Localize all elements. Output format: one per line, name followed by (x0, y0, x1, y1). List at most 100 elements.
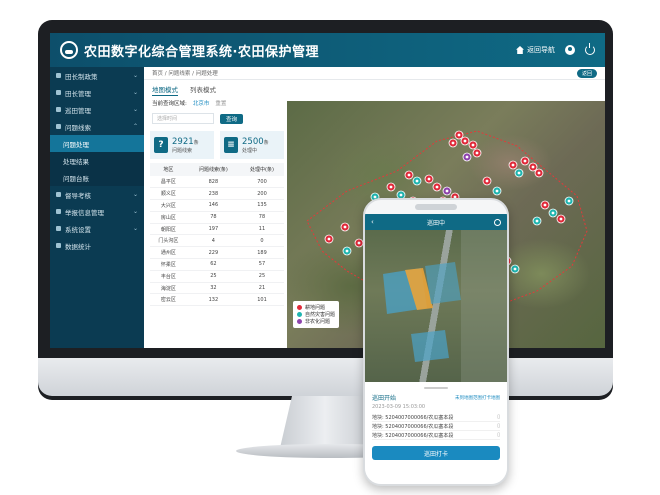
table-row[interactable]: 通州区 229 189 (150, 246, 284, 260)
plot-list-item[interactable]: 地块: 5204007000066/农瓜塞本段 ▯ (372, 431, 500, 440)
app-header: 农田数字化综合管理系统·农田保护管理 返回导航 (50, 33, 605, 67)
map-marker[interactable] (520, 156, 530, 166)
chevron-down-icon: ⌄ (132, 106, 138, 113)
map-marker-dot (345, 249, 349, 253)
table-row[interactable]: 海淀区 32 21 (150, 282, 284, 295)
chevron-down-icon: ⌄ (132, 89, 138, 96)
map-marker[interactable] (468, 140, 478, 150)
map-marker[interactable] (472, 148, 482, 158)
map-marker[interactable] (424, 174, 434, 184)
plot-list-item[interactable]: 地块: 5204007000066/农瓜塞本段 ▯ (372, 422, 500, 431)
table-row[interactable]: 朝阳区 197 11 (150, 223, 284, 236)
map-marker[interactable] (532, 216, 542, 226)
stat-value: 2921 (172, 136, 194, 147)
map-marker-dot (399, 193, 403, 197)
map-marker[interactable] (340, 222, 350, 232)
stat-cards: ? 2921条 问题线索 ≡ 2500条 处理中 (150, 131, 284, 159)
back-button[interactable]: 返回 (576, 68, 597, 78)
phone-satellite-map[interactable] (365, 230, 507, 382)
map-marker[interactable] (510, 264, 520, 274)
plot-list-item[interactable]: 地块: 5204007000066/农瓜塞本段 ▯ (372, 413, 500, 422)
device-mockup: 农田数字化综合管理系统·农田保护管理 返回导航 田长制政策 ⌄ 田长管理 ⌄ 巡田管… (0, 0, 660, 495)
nav-home-button[interactable]: 返回导航 (516, 45, 555, 55)
sidebar-item-reports[interactable]: 举报信息管理 ⌄ (50, 203, 144, 220)
map-marker[interactable] (514, 168, 524, 178)
sidebar-item-issues[interactable]: 问题线索 ⌃ (50, 118, 144, 135)
sidebar-item-settings[interactable]: 系统设置 ⌄ (50, 220, 144, 237)
map-marker[interactable] (354, 238, 364, 248)
user-icon[interactable] (565, 45, 575, 55)
reset-button[interactable]: 重置 (215, 99, 226, 107)
menu-icon (56, 226, 61, 231)
plot-polygon[interactable] (411, 330, 449, 362)
map-marker[interactable] (534, 168, 544, 178)
table-row[interactable]: 门头沟区 4 0 (150, 234, 284, 248)
map-marker[interactable] (482, 176, 492, 186)
map-marker[interactable] (548, 208, 558, 218)
map-marker[interactable] (460, 136, 470, 146)
table-row[interactable]: 密云区 132 101 (150, 293, 284, 307)
table-cell: 32 (186, 282, 240, 295)
map-marker[interactable] (556, 214, 566, 224)
app-logo-icon (60, 41, 78, 59)
legend-dot (297, 312, 302, 317)
checkin-button[interactable]: 巡田打卡 (372, 446, 500, 460)
plot-label: 地块: 5204007000066/农瓜塞本段 (372, 414, 454, 421)
map-marker-dot (511, 163, 515, 167)
power-icon[interactable] (585, 43, 595, 55)
map-marker[interactable] (528, 162, 538, 172)
map-marker[interactable] (324, 234, 334, 244)
trash-icon[interactable]: ▯ (497, 432, 500, 438)
map-marker[interactable] (454, 130, 464, 140)
tab-map-mode[interactable]: 地图模式 (152, 84, 178, 96)
chevron-down-icon: ⌄ (132, 191, 138, 198)
map-marker[interactable] (462, 152, 472, 162)
sidebar-subitem-ledger[interactable]: 问题台账 (50, 169, 144, 186)
record-icon[interactable] (494, 218, 501, 226)
trash-icon[interactable]: ▯ (497, 414, 500, 420)
sidebar-item-assessment[interactable]: 督导考核 ⌄ (50, 186, 144, 203)
legend-item: 自然灾害问题 (297, 311, 335, 318)
sidebar-item-label: 举报信息管理 (65, 208, 104, 217)
map-marker[interactable] (432, 182, 442, 192)
map-marker[interactable] (342, 246, 352, 256)
back-arrow-icon[interactable]: ‹ (371, 218, 374, 226)
query-button[interactable]: 查询 (220, 113, 244, 124)
sidebar-item-chief[interactable]: 田长管理 ⌄ (50, 84, 144, 101)
table-row[interactable]: 房山区 78 78 (150, 211, 284, 224)
region-select[interactable]: 北京市 (193, 99, 210, 107)
map-marker[interactable] (492, 186, 502, 196)
map-marker[interactable] (564, 196, 574, 206)
sheet-handle[interactable] (424, 387, 448, 389)
sidebar-item-statistics[interactable]: 数据统计 (50, 237, 144, 254)
map-marker[interactable] (404, 170, 414, 180)
plot-polygon[interactable] (425, 262, 461, 304)
table-cell: 238 (186, 187, 240, 201)
map-marker[interactable] (508, 160, 518, 170)
map-marker[interactable] (540, 200, 550, 210)
map-marker-dot (389, 185, 393, 189)
sidebar-subitem-results[interactable]: 处理结果 (50, 152, 144, 169)
map-marker[interactable] (412, 176, 422, 186)
table-cell: 通州区 (150, 246, 187, 260)
time-picker-input[interactable]: 选择时间 (152, 113, 214, 124)
table-cell: 700 (239, 176, 284, 189)
sidebar-item-patrol[interactable]: 巡田管理 ⌄ (50, 101, 144, 118)
map-marker[interactable] (442, 186, 452, 196)
map-checkin-link[interactable]: 未到地图范围打卡地图 (455, 395, 500, 401)
sidebar-item-policy[interactable]: 田长制政策 ⌄ (50, 67, 144, 84)
tab-list-mode[interactable]: 列表模式 (190, 84, 216, 96)
table-row[interactable]: 大兴区 146 135 (150, 199, 284, 212)
sidebar-item-label: 巡田管理 (65, 106, 91, 115)
sidebar-subitem-handling[interactable]: 问题处理 (50, 135, 144, 152)
table-row[interactable]: 昌平区 828 700 (150, 176, 284, 189)
table-cell: 25 (186, 270, 240, 283)
map-marker[interactable] (448, 138, 458, 148)
map-marker-dot (407, 173, 411, 177)
table-row[interactable]: 怀柔区 62 57 (150, 258, 284, 271)
table-cell: 海淀区 (150, 282, 187, 295)
map-marker[interactable] (386, 182, 396, 192)
table-row[interactable]: 顺义区 238 200 (150, 187, 284, 201)
table-row[interactable]: 丰台区 25 25 (150, 270, 284, 283)
trash-icon[interactable]: ▯ (497, 423, 500, 429)
